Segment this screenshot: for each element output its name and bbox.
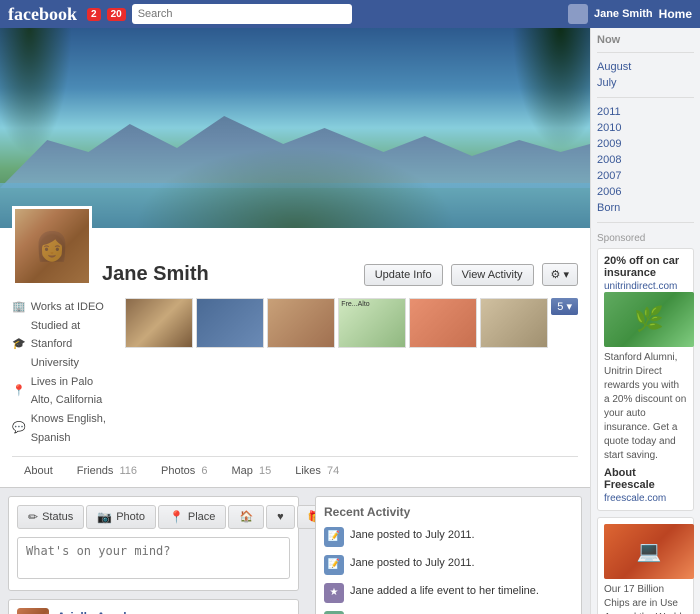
- post-tab-photo[interactable]: 📷 Photo: [86, 505, 156, 529]
- post-tab-status[interactable]: ✏ Status: [17, 505, 84, 529]
- post-tab-home[interactable]: 🏠: [228, 505, 264, 529]
- facebook-logo[interactable]: facebook: [8, 4, 77, 25]
- thumbnail-3[interactable]: [267, 298, 335, 348]
- ad-box-1: 20% off on car insurance unitrindirect.c…: [597, 248, 694, 511]
- activity-item-3: ★ Jane added a life event to her timelin…: [324, 583, 573, 603]
- tab-friends[interactable]: Friends 116: [65, 457, 149, 487]
- sidebar-timeline-2008[interactable]: 2008: [597, 152, 694, 168]
- profile-name: Jane Smith: [102, 263, 209, 286]
- update-info-button[interactable]: Update Info: [364, 264, 443, 286]
- sponsored-label: Sponsored: [597, 233, 694, 244]
- nav-home-link[interactable]: Home: [659, 7, 692, 21]
- profile-thumbnails: Fre...Alto 5 ▾: [125, 298, 578, 448]
- sidebar-timeline-2006[interactable]: 2006: [597, 184, 694, 200]
- thumbnail-2[interactable]: [196, 298, 264, 348]
- tab-photos[interactable]: Photos 6: [149, 457, 219, 487]
- ad-text-1: Stanford Alumni, Unitrin Direct rewards …: [604, 351, 687, 463]
- activity-box: Recent Activity 📝 Jane posted to July 20…: [315, 496, 582, 614]
- ad-box-2: 💻 Our 17 Billion Chips are in Use Around…: [597, 517, 694, 614]
- sidebar-now-label: Now: [597, 34, 694, 46]
- sidebar-timeline-august[interactable]: August: [597, 59, 694, 75]
- right-sidebar: Now August July 2011 2010 2009 2008 2007…: [590, 28, 700, 614]
- sidebar-timeline-2007[interactable]: 2007: [597, 168, 694, 184]
- activity-item-1: 📝 Jane posted to July 2011.: [324, 527, 573, 547]
- ad-title-1: 20% off on car insurance: [604, 255, 687, 279]
- freescale-link[interactable]: freescale.com: [604, 493, 687, 504]
- feed-post-1: Arielle Aryah 15 hours ago near Palo Alt…: [8, 599, 299, 614]
- sidebar-timeline-2009[interactable]: 2009: [597, 136, 694, 152]
- post-tab-heart[interactable]: ♥: [266, 505, 295, 529]
- ad-link-1[interactable]: unitrindirect.com: [604, 281, 687, 292]
- thumbnail-count[interactable]: 5 ▾: [551, 298, 578, 315]
- thumbnail-1[interactable]: [125, 298, 193, 348]
- profile-avatar: 👩: [12, 206, 92, 286]
- thumbnail-dog[interactable]: [480, 298, 548, 348]
- tab-map[interactable]: Map 15: [219, 457, 283, 487]
- nav-user-avatar: [568, 4, 588, 24]
- activity-friends-icon: 👥: [324, 611, 344, 614]
- activity-post-icon-1: 📝: [324, 527, 344, 547]
- sidebar-timeline-2011[interactable]: 2011: [597, 104, 694, 120]
- cover-photo: [0, 28, 590, 228]
- view-activity-button[interactable]: View Activity: [451, 264, 534, 286]
- notifications-badge[interactable]: 2: [87, 8, 101, 21]
- sidebar-timeline-2010[interactable]: 2010: [597, 120, 694, 136]
- post-input[interactable]: [17, 537, 290, 579]
- sidebar-timeline-july[interactable]: July: [597, 75, 694, 91]
- activity-item-4: 👥 Jane and Meghan Concra are now friends…: [324, 611, 573, 614]
- profile-tabs: About Friends 116 Photos 6 Map 15 Likes …: [12, 456, 578, 487]
- ad-image-1: 🌿: [604, 292, 694, 347]
- about-freescale-label: About Freescale: [604, 467, 687, 491]
- thumbnail-likes[interactable]: [409, 298, 477, 348]
- thumbnail-map[interactable]: Fre...Alto: [338, 298, 406, 348]
- search-input[interactable]: [132, 4, 352, 24]
- activity-life-icon: ★: [324, 583, 344, 603]
- activity-post-icon-2: 📝: [324, 555, 344, 575]
- ad-text-2: Our 17 Billion Chips are in Use Around t…: [604, 583, 687, 614]
- gear-button[interactable]: ⚙ ▾: [542, 263, 578, 286]
- activity-item-2: 📝 Jane posted to July 2011.: [324, 555, 573, 575]
- post-avatar-1: [17, 608, 49, 614]
- ad-image-2: 💻: [604, 524, 694, 579]
- top-navigation: facebook 2 20 Jane Smith Home: [0, 0, 700, 28]
- poster-name-1[interactable]: Arielle Aryah: [57, 610, 290, 614]
- nav-user-name[interactable]: Jane Smith: [594, 8, 653, 20]
- messages-badge[interactable]: 20: [107, 8, 126, 21]
- profile-info: 🏢Works at IDEO 🎓Studied at Stanford Univ…: [12, 298, 109, 448]
- profile-section: 👩 Jane Smith Update Info View Activity ⚙…: [0, 228, 590, 488]
- post-tab-place[interactable]: 📍 Place: [158, 505, 226, 529]
- sidebar-timeline-born[interactable]: Born: [597, 200, 694, 216]
- activity-title: Recent Activity: [324, 505, 573, 519]
- tab-about[interactable]: About: [12, 457, 65, 487]
- post-box: ✏ Status 📷 Photo 📍 Place 🏠 ♥: [8, 496, 299, 591]
- tab-likes[interactable]: Likes 74: [283, 457, 351, 487]
